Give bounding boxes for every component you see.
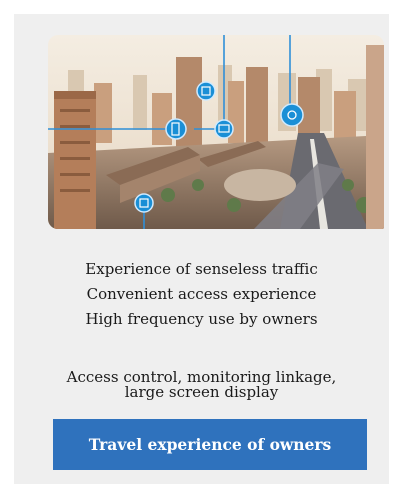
camera-icon [280, 103, 304, 127]
gate-icon [134, 193, 154, 213]
capabilities-text: Access control, monitoring linkage, larg… [14, 370, 389, 400]
monitor-icon [214, 119, 234, 139]
feature-card: Experience of senseless traffic Convenie… [14, 14, 389, 484]
door-icon [165, 118, 187, 140]
feature-item: High frequency use by owners [85, 310, 318, 328]
feature-list: Experience of senseless traffic Convenie… [14, 257, 389, 332]
feature-item: Experience of senseless traffic [85, 260, 318, 278]
doorbell-icon [196, 81, 216, 101]
capabilities-line: large screen display [124, 383, 279, 401]
smart-community-illustration [48, 35, 384, 229]
feature-item: Convenient access experience [86, 285, 317, 303]
travel-experience-button[interactable]: Travel experience of owners [53, 419, 367, 470]
